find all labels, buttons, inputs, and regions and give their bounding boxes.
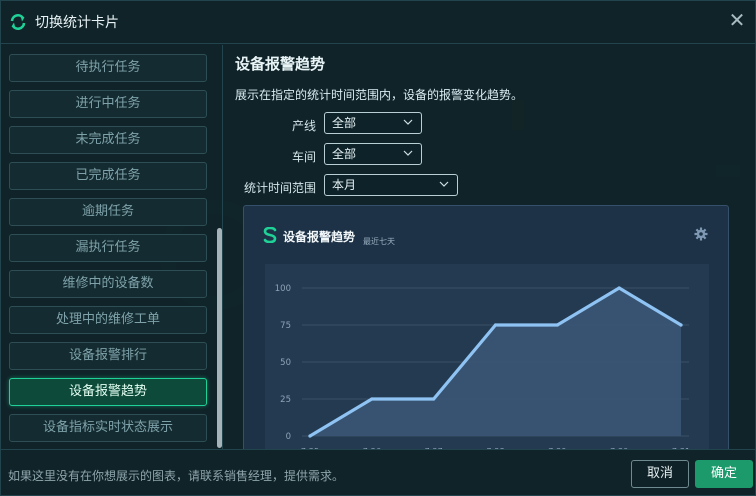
chart-preview-card: 设备报警趋势 最近七天 02550751007-257-267-277-287-… — [243, 205, 729, 449]
data-point — [308, 434, 312, 438]
panel-title: 设备报警趋势 — [235, 55, 326, 73]
alarm-trend-chart: 02550751007-257-267-277-287-297-307-31 — [275, 284, 690, 449]
chart-plot-area: 02550751007-257-267-277-287-297-307-31 — [265, 264, 709, 449]
sidebar-item-devices-under-repair[interactable]: 维修中的设备数 — [9, 270, 207, 298]
switch-icon — [10, 14, 26, 30]
sidebar-item-device-alarm-trend[interactable]: 设备报警趋势 — [9, 378, 207, 406]
card-config-panel: 设备报警趋势 展示在指定的统计时间范围内，设备的报警变化趋势。 产线 全部 车间… — [224, 45, 755, 449]
y-tick-label: 0 — [286, 432, 291, 442]
line-select[interactable]: 全部 — [324, 112, 422, 134]
chart-subtitle: 最近七天 — [363, 237, 395, 246]
line-select-value: 全部 — [332, 116, 357, 130]
sidebar-item-device-metrics-realtime[interactable]: 设备指标实时状态展示 — [9, 414, 207, 442]
workshop-select-value: 全部 — [332, 147, 357, 161]
sidebar-item-overdue-tasks[interactable]: 逾期任务 — [9, 198, 207, 226]
sidebar-scrollbar[interactable] — [217, 45, 222, 449]
dialog-title: 切换统计卡片 — [35, 15, 119, 31]
sidebar-item-missed-tasks[interactable]: 漏执行任务 — [9, 234, 207, 262]
chart-title: 设备报警趋势 — [283, 230, 356, 244]
sidebar-item-completed-tasks[interactable]: 已完成任务 — [9, 162, 207, 190]
footer-note: 如果这里没有在你想展示的图表，请联系销售经理，提供需求。 — [8, 469, 345, 483]
y-tick-label: 100 — [275, 284, 291, 294]
period-select[interactable]: 本月 — [324, 174, 458, 196]
dialog-footer: 如果这里没有在你想展示的图表，请联系销售经理，提供需求。 取消 确定 — [1, 449, 755, 496]
data-point — [370, 397, 374, 401]
workshop-select[interactable]: 全部 — [324, 143, 422, 165]
workshop-filter-label: 车间 — [291, 150, 316, 164]
y-tick-label: 75 — [280, 321, 291, 331]
brand-s-icon — [263, 227, 277, 243]
chevron-down-icon — [403, 150, 413, 156]
sidebar-item-device-alarm-ranking[interactable]: 设备报警排行 — [9, 342, 207, 370]
chevron-down-icon — [439, 181, 449, 187]
sidebar-item-repair-orders-in-progress[interactable]: 处理中的维修工单 — [9, 306, 207, 334]
period-filter-label: 统计时间范围 — [243, 181, 316, 195]
data-point — [493, 323, 498, 327]
chevron-down-icon — [403, 119, 413, 125]
sidebar-item-in-progress-tasks[interactable]: 进行中任务 — [9, 90, 207, 118]
data-point — [432, 397, 436, 401]
sidebar-item-incomplete-tasks[interactable]: 未完成任务 — [9, 126, 207, 154]
scrollbar-thumb[interactable] — [217, 228, 222, 448]
panel-description: 展示在指定的统计时间范围内，设备的报警变化趋势。 — [235, 88, 524, 102]
close-icon: ✕ — [728, 8, 746, 32]
period-select-value: 本月 — [332, 178, 357, 192]
cancel-button[interactable]: 取消 — [631, 460, 689, 488]
card-type-list: 待执行任务 进行中任务 未完成任务 已完成任务 逾期任务 漏执行任务 维修中的设… — [1, 45, 223, 449]
line-filter-label: 产线 — [291, 119, 316, 133]
gear-icon[interactable] — [694, 227, 708, 241]
sidebar-item-pending-tasks[interactable]: 待执行任务 — [9, 54, 207, 82]
dialog-titlebar: 切换统计卡片 ✕ — [1, 1, 755, 44]
y-tick-label: 50 — [280, 358, 291, 368]
close-button[interactable]: ✕ — [725, 9, 749, 33]
data-point — [679, 323, 683, 327]
data-point — [555, 323, 559, 327]
switch-stats-card-dialog: 切换统计卡片 ✕ 待执行任务 进行中任务 未完成任务 已完成任务 逾期任务 漏执… — [0, 0, 756, 496]
y-tick-label: 25 — [280, 395, 291, 405]
confirm-button[interactable]: 确定 — [695, 460, 753, 488]
data-point — [617, 286, 621, 290]
